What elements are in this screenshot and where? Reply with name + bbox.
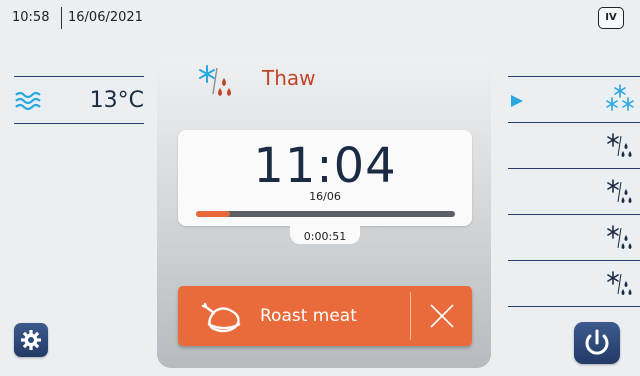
- thaw-icon[interactable]: [604, 178, 636, 206]
- thaw-icon: [199, 65, 231, 96]
- list-divider: [508, 260, 640, 261]
- status-divider: [61, 7, 62, 29]
- thaw-icon[interactable]: [604, 224, 636, 252]
- list-divider: [508, 168, 640, 169]
- thaw-icon[interactable]: [604, 132, 636, 160]
- settings-button[interactable]: [14, 323, 48, 357]
- list-divider: [508, 306, 640, 307]
- roast-chicken-icon: [201, 302, 241, 333]
- gear-icon: [21, 330, 41, 350]
- close-icon: [430, 304, 454, 328]
- cancel-program-button[interactable]: [411, 286, 472, 346]
- list-divider: [508, 122, 640, 123]
- elapsed-time: 0:00:51: [303, 230, 347, 243]
- program-label: Roast meat: [260, 306, 357, 326]
- deep-freeze-icon[interactable]: [604, 84, 636, 112]
- temp-top-divider: [14, 76, 144, 77]
- timer-display: 11:04: [253, 138, 397, 194]
- temperature-reading: 13°C: [89, 88, 144, 113]
- cycle-progress-bar: [196, 211, 455, 217]
- selected-arrow-icon: [511, 95, 523, 107]
- version-badge[interactable]: IV: [598, 7, 624, 29]
- list-divider: [508, 76, 640, 77]
- thaw-icon[interactable]: [604, 270, 636, 298]
- cycle-progress-fill: [196, 211, 230, 217]
- temp-bottom-divider: [14, 123, 144, 124]
- clock-time: 10:58: [12, 10, 50, 25]
- mode-label: Thaw: [262, 66, 316, 90]
- power-button[interactable]: [574, 322, 620, 364]
- clock-date: 16/06/2021: [68, 10, 143, 25]
- timer-date: 16/06: [309, 190, 341, 203]
- list-divider: [508, 214, 640, 215]
- power-icon: [585, 329, 609, 355]
- air-waves-icon: [15, 91, 41, 111]
- status-bar: 10:58 16/06/2021 IV: [0, 0, 640, 40]
